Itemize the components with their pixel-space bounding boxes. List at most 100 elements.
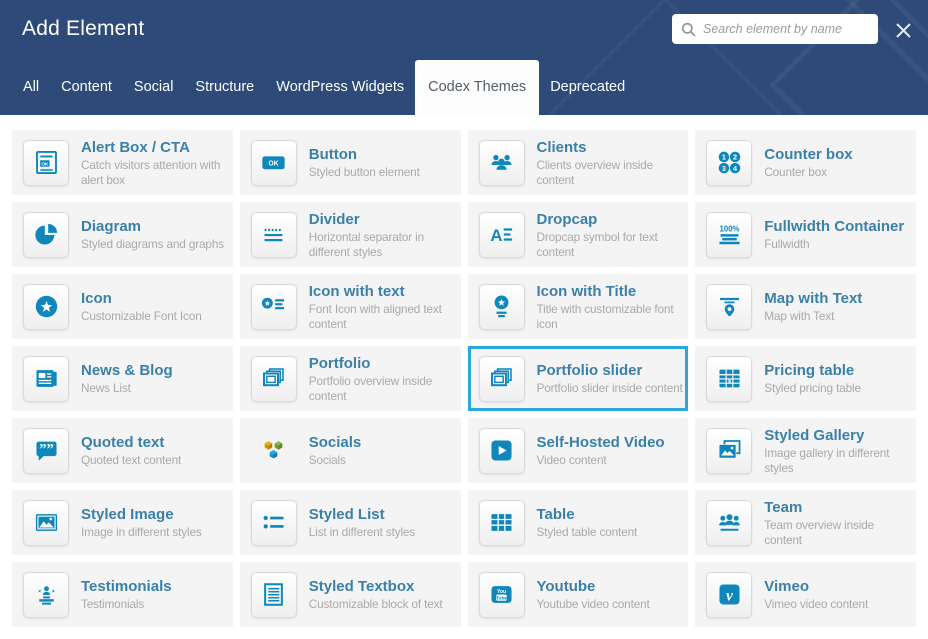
element-card-icon-with-title[interactable]: Icon with TitleTitle with customizable f… [468, 274, 689, 339]
table-icon [479, 500, 525, 546]
element-card-team[interactable]: TeamTeam overview inside content [695, 490, 916, 555]
element-description: Vimeo video content [764, 597, 868, 612]
element-description: Customizable Font Icon [81, 309, 202, 324]
tab-bar: AllContentSocialStructureWordPress Widge… [12, 60, 636, 115]
element-card-map-with-text[interactable]: Map with TextMap with Text [695, 274, 916, 339]
element-card-vimeo[interactable]: vVimeoVimeo video content [695, 562, 916, 627]
element-description: Team overview inside content [764, 518, 914, 548]
dropcap-icon: A [479, 212, 525, 258]
element-card-table[interactable]: TableStyled table content [468, 490, 689, 555]
tab-wordpress-widgets[interactable]: WordPress Widgets [265, 60, 415, 115]
element-title: Icon with text [309, 282, 459, 301]
svg-text:2: 2 [733, 153, 737, 162]
element-description: Styled diagrams and graphs [81, 237, 224, 252]
svg-text:OK: OK [269, 161, 279, 168]
element-card-styled-image[interactable]: Styled ImageImage in different styles [12, 490, 233, 555]
element-text: TestimonialsTestimonials [81, 577, 172, 612]
element-card-styled-gallery[interactable]: Styled GalleryImage gallery in different… [695, 418, 916, 483]
element-title: Pricing table [764, 361, 861, 380]
element-description: List in different styles [309, 525, 415, 540]
element-card-dropcap[interactable]: A DropcapDropcap symbol for text content [468, 202, 689, 267]
quoted-text-icon: ”” [23, 428, 69, 474]
element-card-portfolio[interactable]: PortfolioPortfolio overview inside conte… [240, 346, 461, 411]
element-title: Socials [309, 433, 362, 452]
element-title: Youtube [537, 577, 650, 596]
element-card-quoted-text[interactable]: ””Quoted textQuoted text content [12, 418, 233, 483]
styled-list-icon [251, 500, 297, 546]
element-title: Team [764, 498, 914, 517]
svg-text:OK: OK [41, 161, 49, 166]
element-title: Alert Box / CTA [81, 138, 231, 157]
tab-deprecated[interactable]: Deprecated [539, 60, 636, 115]
svg-text:A: A [490, 226, 502, 245]
close-icon [895, 22, 912, 39]
icon-with-title-icon [479, 284, 525, 330]
element-text: Fullwidth ContainerFullwidth [764, 217, 904, 252]
element-description: Portfolio slider inside content [537, 381, 683, 396]
diagram-icon [23, 212, 69, 258]
search-input[interactable] [703, 22, 869, 36]
element-description: Portfolio overview inside content [309, 374, 459, 404]
element-description: Video content [537, 453, 665, 468]
element-text: ButtonStyled button element [309, 145, 420, 180]
element-card-youtube[interactable]: YouTubeYoutubeYoutube video content [468, 562, 689, 627]
element-description: Testimonials [81, 597, 172, 612]
tab-content[interactable]: Content [50, 60, 123, 115]
element-text: IconCustomizable Font Icon [81, 289, 202, 324]
element-card-styled-textbox[interactable]: Styled TextboxCustomizable block of text [240, 562, 461, 627]
element-card-styled-list[interactable]: Styled ListList in different styles [240, 490, 461, 555]
element-grid: OK Alert Box / CTACatch visitors attentio… [12, 130, 916, 627]
styled-image-icon [23, 500, 69, 546]
element-text: Styled TextboxCustomizable block of text [309, 577, 443, 612]
element-card-socials[interactable]: SocialsSocials [240, 418, 461, 483]
svg-text:””: ”” [39, 441, 54, 457]
element-text: Counter boxCounter box [764, 145, 852, 180]
tab-structure[interactable]: Structure [184, 60, 265, 115]
tab-all[interactable]: All [12, 60, 50, 115]
element-description: Quoted text content [81, 453, 181, 468]
tab-social[interactable]: Social [123, 60, 185, 115]
svg-text:100%: 100% [719, 224, 739, 233]
element-description: Socials [309, 453, 362, 468]
element-text: DropcapDropcap symbol for text content [537, 210, 687, 260]
element-text: Map with TextMap with Text [764, 289, 862, 324]
element-title: Styled Textbox [309, 577, 443, 596]
element-title: News & Blog [81, 361, 173, 380]
element-description: Catch visitors attention with alert box [81, 158, 231, 188]
element-card-self-hosted-video[interactable]: Self-Hosted VideoVideo content [468, 418, 689, 483]
search-icon [681, 22, 696, 37]
element-card-news-blog[interactable]: News & BlogNews List [12, 346, 233, 411]
element-card-button[interactable]: OK ButtonStyled button element [240, 130, 461, 195]
tab-codex-themes[interactable]: Codex Themes [415, 60, 539, 115]
element-card-portfolio-slider[interactable]: Portfolio sliderPortfolio slider inside … [468, 346, 689, 411]
element-card-icon[interactable]: IconCustomizable Font Icon [12, 274, 233, 339]
element-text: PortfolioPortfolio overview inside conte… [309, 354, 459, 404]
counter-box-icon: 1234 [706, 140, 752, 186]
close-button[interactable] [892, 19, 915, 42]
element-description: Map with Text [764, 309, 862, 324]
element-card-pricing-table[interactable]: $Pricing tableStyled pricing table [695, 346, 916, 411]
youtube-icon: YouTube [479, 572, 525, 618]
portfolio-slider-icon [479, 356, 525, 402]
styled-textbox-icon [251, 572, 297, 618]
portfolio-icon [251, 356, 297, 402]
element-title: Map with Text [764, 289, 862, 308]
element-card-alert-box-cta[interactable]: OK Alert Box / CTACatch visitors attentio… [12, 130, 233, 195]
element-card-clients[interactable]: ClientsClients overview inside content [468, 130, 689, 195]
element-text: TeamTeam overview inside content [764, 498, 914, 548]
element-card-divider[interactable]: DividerHorizontal separator in different… [240, 202, 461, 267]
svg-text:You: You [497, 589, 506, 595]
element-description: Dropcap symbol for text content [537, 230, 687, 260]
element-card-testimonials[interactable]: TestimonialsTestimonials [12, 562, 233, 627]
element-text: TableStyled table content [537, 505, 638, 540]
self-hosted-video-icon [479, 428, 525, 474]
element-text: Alert Box / CTACatch visitors attention … [81, 138, 231, 188]
element-description: Counter box [764, 165, 852, 180]
element-title: Table [537, 505, 638, 524]
element-card-diagram[interactable]: DiagramStyled diagrams and graphs [12, 202, 233, 267]
element-card-counter-box[interactable]: 1234 Counter boxCounter box [695, 130, 916, 195]
element-text: VimeoVimeo video content [764, 577, 868, 612]
element-card-fullwidth-container[interactable]: 100% Fullwidth ContainerFullwidth [695, 202, 916, 267]
clients-icon [479, 140, 525, 186]
element-card-icon-with-text[interactable]: Icon with textFont Icon with aligned tex… [240, 274, 461, 339]
